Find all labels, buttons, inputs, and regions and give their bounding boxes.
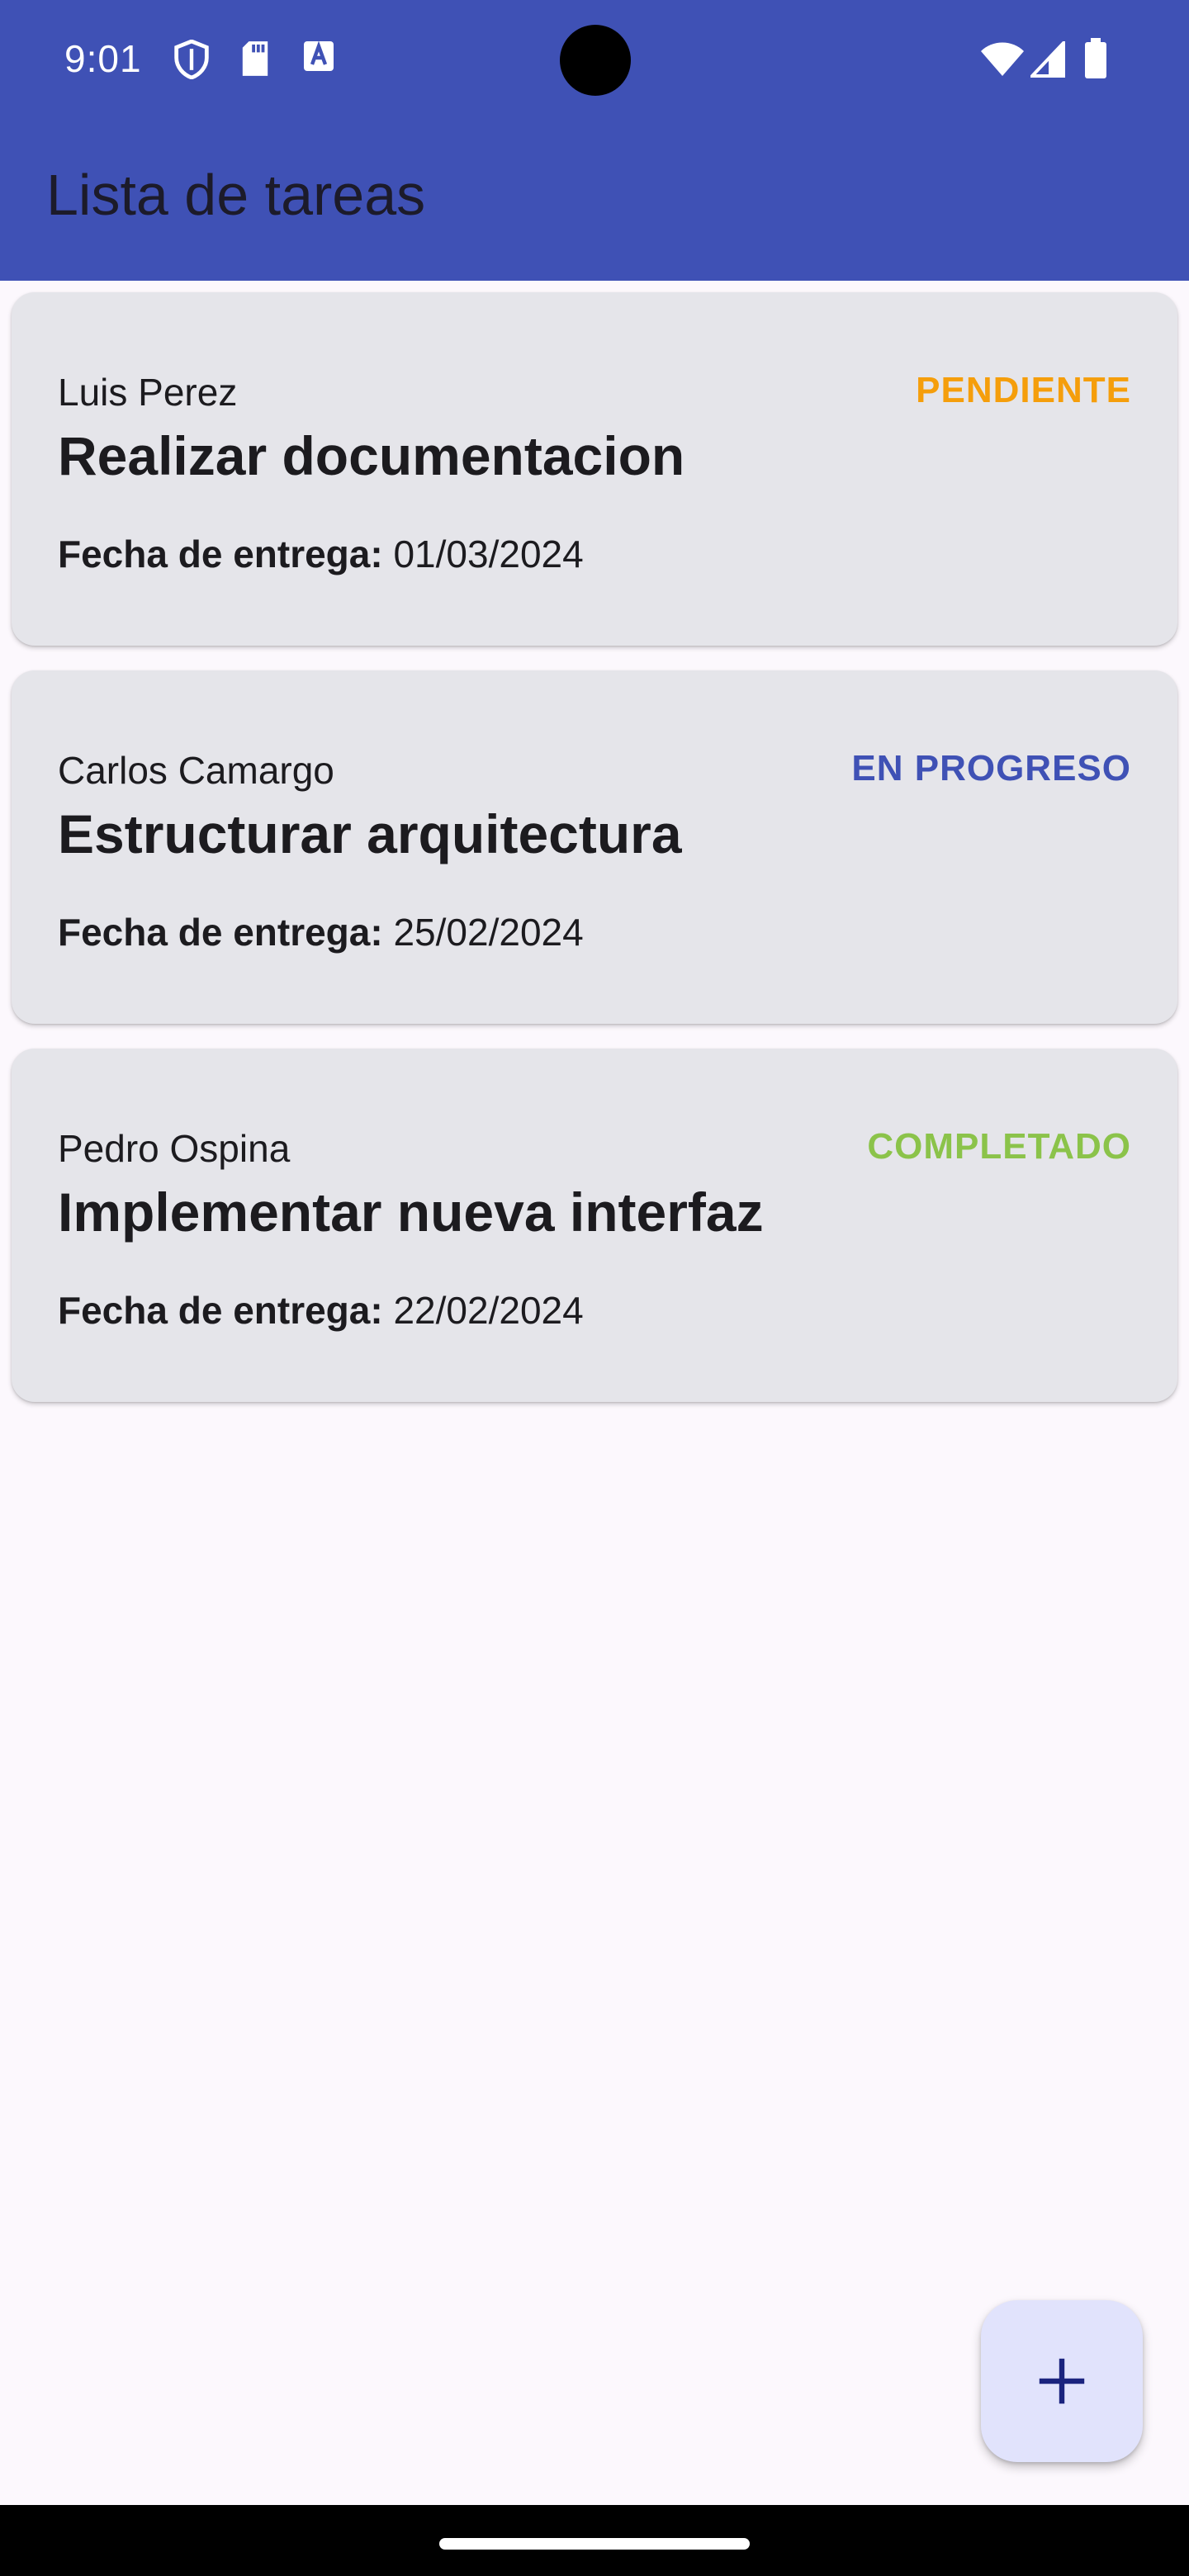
shield-icon xyxy=(174,40,209,79)
add-task-button[interactable] xyxy=(981,2300,1143,2462)
add-icon xyxy=(1039,2358,1085,2404)
navigation-bar xyxy=(0,2505,1189,2576)
due-date-value: 25/02/2024 xyxy=(393,911,584,954)
task-assignee: Carlos Camargo xyxy=(58,749,334,792)
task-card[interactable]: Luis Perez PENDIENTE Realizar documentac… xyxy=(12,292,1177,646)
wifi-icon xyxy=(981,42,1024,76)
due-date-value: 01/03/2024 xyxy=(393,533,584,575)
page-title: Lista de tareas xyxy=(46,163,426,227)
signal-icon xyxy=(1030,41,1065,78)
task-title: Estructurar arquitectura xyxy=(58,803,682,864)
due-date-value: 22/02/2024 xyxy=(393,1289,584,1332)
task-card[interactable]: Pedro Ospina COMPLETADO Implementar nuev… xyxy=(12,1049,1177,1402)
task-due-date: Fecha de entrega: 25/02/2024 xyxy=(58,910,584,954)
status-time: 9:01 xyxy=(64,37,142,80)
task-due-date: Fecha de entrega: 22/02/2024 xyxy=(58,1288,584,1333)
task-title: Implementar nueva interfaz xyxy=(58,1181,764,1243)
status-badge: PENDIENTE xyxy=(916,370,1131,410)
status-badge: EN PROGRESO xyxy=(851,748,1131,788)
battery-icon xyxy=(1085,38,1106,78)
status-bar: 9:01 xyxy=(0,0,1189,116)
camera-cutout xyxy=(560,25,631,96)
due-date-label: Fecha de entrega: xyxy=(58,533,383,575)
task-title: Realizar documentacion xyxy=(58,425,685,486)
due-date-label: Fecha de entrega: xyxy=(58,1289,383,1332)
task-due-date: Fecha de entrega: 01/03/2024 xyxy=(58,532,584,576)
task-card[interactable]: Carlos Camargo EN PROGRESO Estructurar a… xyxy=(12,670,1177,1024)
task-assignee: Luis Perez xyxy=(58,371,238,414)
font-a-icon xyxy=(304,40,334,71)
home-handle[interactable] xyxy=(439,2538,750,2550)
status-badge: COMPLETADO xyxy=(867,1126,1131,1167)
due-date-label: Fecha de entrega: xyxy=(58,911,383,954)
app-header: 9:01 Lista de tareas xyxy=(0,0,1189,281)
task-assignee: Pedro Ospina xyxy=(58,1127,291,1170)
sd-card-icon xyxy=(242,41,268,76)
